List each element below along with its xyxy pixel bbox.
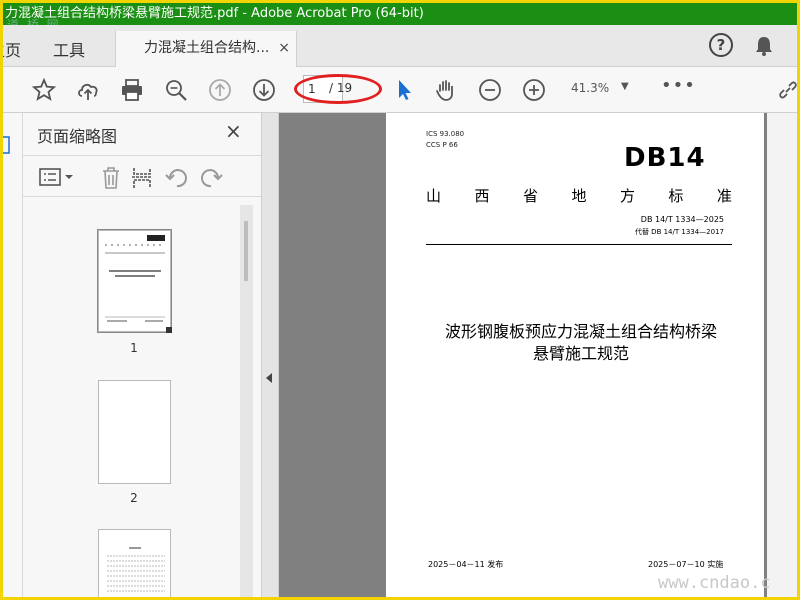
title-bar: 力混凝土组合结构桥梁悬臂施工规范.pdf - Adobe Acrobat Pro… [3, 3, 797, 25]
thumbnail-page-1[interactable] [98, 230, 172, 333]
more-tools-icon[interactable]: ••• [661, 75, 696, 96]
tab-home[interactable]: 主页 [3, 37, 21, 61]
page-nav-icon[interactable] [3, 135, 23, 175]
ics-code: ICS 93.080 CCS P 66 [426, 130, 465, 149]
standard-number: DB 14/T 1334—2025 [640, 215, 724, 224]
main-toolbar: 1 / 19 41.3% ▼ ••• [3, 67, 797, 113]
bell-icon[interactable] [753, 35, 775, 57]
print-icon[interactable] [119, 77, 145, 103]
right-pane-strip [767, 113, 797, 597]
zoom-level[interactable]: 41.3% [571, 81, 609, 95]
select-cursor-icon[interactable] [391, 77, 417, 103]
rotate-clockwise-icon[interactable] [199, 166, 223, 190]
zoom-out-icon[interactable] [477, 77, 503, 103]
panel-close-icon[interactable]: × [225, 119, 242, 143]
document-page: ICS 93.080 CCS P 66 DB14 山 西 省 地 方 标 准 D… [386, 113, 764, 597]
delete-page-icon[interactable] [99, 166, 123, 190]
hand-tool-icon[interactable] [433, 77, 459, 103]
insert-page-icon[interactable] [131, 166, 155, 190]
panel-title: 页面缩略图 [37, 127, 118, 146]
panel-splitter[interactable] [261, 113, 279, 597]
panel-toolbar [23, 155, 261, 197]
window-title: 力混凝土组合结构桥梁悬臂施工规范.pdf - Adobe Acrobat Pro… [5, 6, 424, 21]
zoom-search-icon[interactable] [163, 77, 189, 103]
document-title-line1: 波形钢腹板预应力混凝土组合结构桥梁 [444, 322, 717, 341]
collapse-panel-icon[interactable] [266, 373, 272, 383]
navigation-strip [3, 113, 23, 597]
rotate-counterclockwise-icon[interactable] [165, 166, 189, 190]
thumbnail-list: 1 2 [23, 199, 261, 597]
close-tab-icon[interactable]: × [278, 31, 290, 65]
watermark-bottom: www.cndao.c [658, 573, 771, 593]
tab-tools[interactable]: 工具 [53, 37, 85, 61]
replaces-standard: 代替 DB 14/T 1334—2017 [634, 228, 724, 236]
thumbnail-label-1: 1 [130, 341, 138, 355]
implement-date: 2025－07－10 实施 [648, 560, 724, 569]
document-view: ICS 93.080 CCS P 66 DB14 山 西 省 地 方 标 准 D… [279, 113, 797, 597]
next-page-icon[interactable] [251, 77, 277, 103]
thumbnail-options-icon[interactable] [39, 166, 75, 190]
publish-date: 2025－04－11 发布 [428, 560, 504, 569]
thumbnail-scrollbar[interactable] [240, 205, 253, 597]
cloud-upload-icon[interactable] [75, 77, 101, 103]
document-title-line2: 悬臂施工规范 [532, 344, 629, 363]
bookmark-star-icon[interactable] [31, 77, 57, 103]
document-tab-label: 力混凝土组合结构... [144, 40, 270, 56]
standard-category: 山 西 省 地 方 标 准 [426, 187, 732, 205]
header-rule [426, 244, 732, 245]
acrobat-window: 力混凝土组合结构桥梁悬臂施工规范.pdf - Adobe Acrobat Pro… [3, 3, 797, 597]
scrollbar-thumb[interactable] [244, 221, 248, 281]
standard-mark: DB14 [624, 143, 706, 173]
thumbnail-panel: 页面缩略图 × 1 2 [23, 113, 261, 597]
zoom-in-icon[interactable] [521, 77, 547, 103]
link-icon[interactable] [775, 77, 797, 103]
highlight-circle [294, 74, 382, 104]
previous-page-icon[interactable] [207, 77, 233, 103]
thumbnail-label-2: 2 [130, 491, 138, 505]
tab-row: 主页 工具 力混凝土组合结构... × ? [3, 25, 797, 68]
thumbnail-page-2[interactable] [98, 380, 171, 484]
zoom-dropdown-icon[interactable]: ▼ [621, 81, 629, 92]
tab-document[interactable]: 力混凝土组合结构... × [115, 31, 297, 68]
thumbnail-page-3[interactable] [98, 529, 171, 597]
help-icon[interactable]: ? [709, 33, 733, 57]
